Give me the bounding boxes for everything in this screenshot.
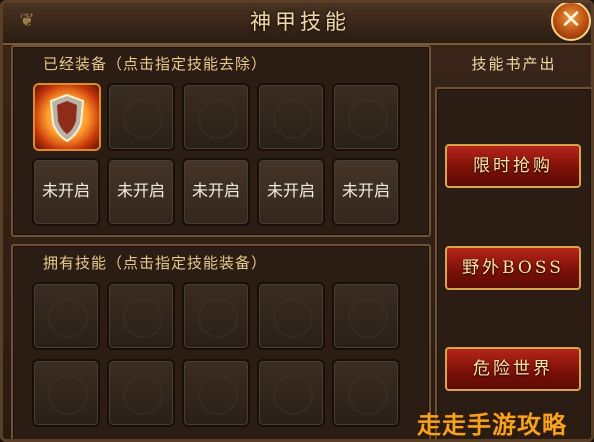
locked-label: 未开启 — [191, 183, 240, 200]
equipped-slot-empty[interactable] — [332, 83, 400, 151]
locked-slot[interactable]: 未开启 — [182, 158, 250, 226]
source-panel-title: 技能书产出 — [471, 55, 557, 73]
equipped-skill-shield[interactable] — [33, 83, 101, 151]
locked-slot[interactable]: 未开启 — [332, 158, 400, 226]
owned-slot[interactable] — [182, 282, 250, 350]
locked-slot[interactable]: 未开启 — [107, 158, 175, 226]
locked-label: 未开启 — [116, 183, 165, 200]
equipped-slot-empty[interactable] — [182, 83, 250, 151]
watermark-text: 走走手游攻略 — [417, 411, 567, 439]
danger-world-button[interactable]: 危险世界 — [445, 347, 581, 391]
owned-slot[interactable] — [182, 359, 250, 427]
owned-slot[interactable] — [107, 359, 175, 427]
limited-sale-button[interactable]: 限时抢购 — [445, 144, 581, 188]
close-icon[interactable]: ✕ — [551, 3, 591, 41]
owned-slot[interactable] — [107, 282, 175, 350]
equipped-slot-empty[interactable] — [107, 83, 175, 151]
locked-label: 未开启 — [266, 183, 315, 200]
owned-slot[interactable] — [32, 282, 100, 350]
locked-label: 未开启 — [41, 183, 90, 200]
owned-slot[interactable] — [257, 359, 325, 427]
equipped-panel-title: 已经装备（点击指定技能去除） — [43, 55, 268, 73]
owned-slot[interactable] — [257, 282, 325, 350]
shield-icon — [49, 93, 85, 143]
owned-slot[interactable] — [332, 359, 400, 427]
skill-window: ❦ 神甲技能 ✕ 已经装备（点击指定技能去除） 未开启 未开启 未开启 未开启 … — [0, 0, 594, 442]
locked-slot[interactable]: 未开启 — [32, 158, 100, 226]
window-title: 神甲技能 — [250, 10, 350, 34]
locked-label: 未开启 — [341, 183, 390, 200]
title-bar: ❦ 神甲技能 — [3, 3, 591, 45]
locked-slot[interactable]: 未开启 — [257, 158, 325, 226]
source-header: 技能书产出 — [435, 43, 591, 83]
equipped-slot-empty[interactable] — [257, 83, 325, 151]
owned-panel-title: 拥有技能（点击指定技能装备） — [43, 254, 268, 272]
field-boss-button[interactable]: 野外BOSS — [445, 246, 581, 290]
owned-slot[interactable] — [332, 282, 400, 350]
owned-slot[interactable] — [32, 359, 100, 427]
